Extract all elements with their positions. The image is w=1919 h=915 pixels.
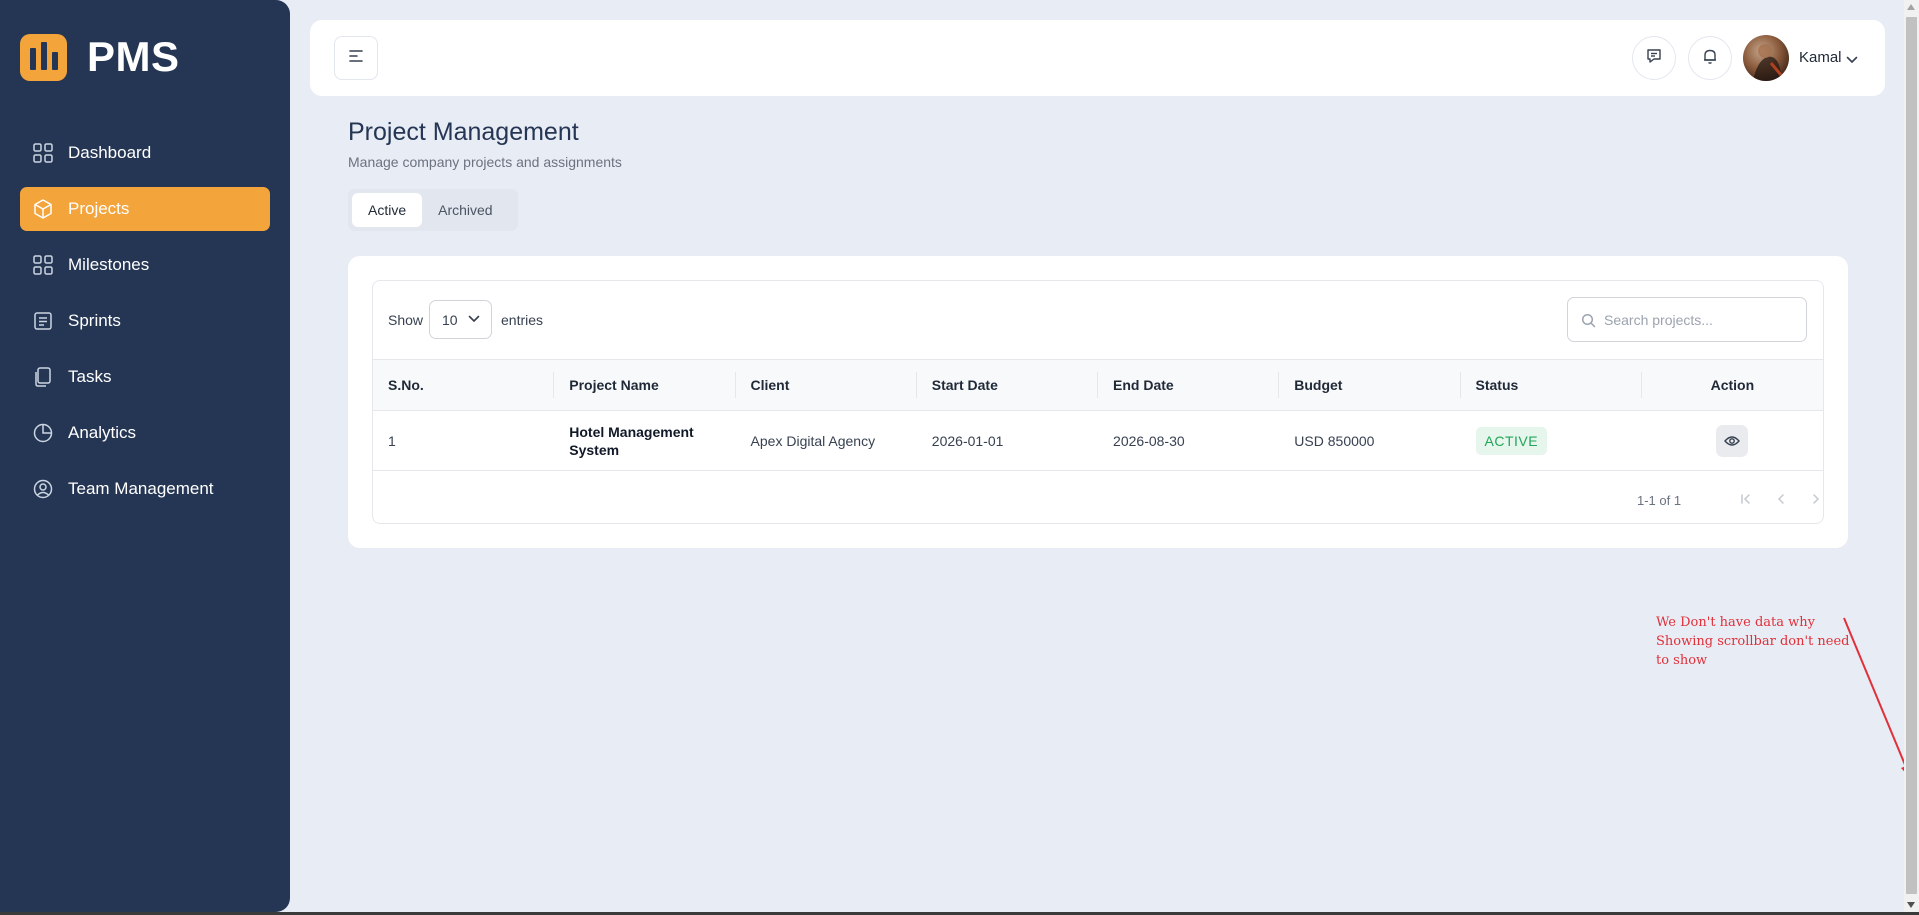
cell-action: [1642, 411, 1823, 470]
tab-active[interactable]: Active: [352, 193, 423, 227]
sidebar-item-label: Sprints: [68, 311, 121, 330]
scroll-up-arrow-icon[interactable]: [1907, 4, 1915, 10]
status-tabs: Active Archived: [348, 189, 518, 231]
sidebar-item-tasks[interactable]: Tasks: [20, 355, 270, 399]
sidebar-item-label: Milestones: [68, 255, 150, 274]
cell-end-date: 2026-08-30: [1113, 432, 1185, 449]
sidebar-item-label: Tasks: [68, 367, 112, 386]
show-label: Show: [388, 312, 424, 328]
column-header-start-date[interactable]: Start Date: [917, 360, 1099, 410]
eye-icon: [1724, 435, 1741, 446]
chevron-down-icon[interactable]: [1846, 51, 1858, 69]
column-header-end-date[interactable]: End Date: [1098, 360, 1280, 410]
scrollbar-thumb[interactable]: [1906, 17, 1917, 894]
projects-card: Show 10 entries S.No. Project Name Clien…: [348, 256, 1848, 548]
brand[interactable]: PMS: [20, 33, 180, 81]
table-row: 1 Hotel Management System Apex Digital A…: [373, 411, 1823, 471]
column-header-sno[interactable]: S.No.: [373, 360, 555, 410]
search-box[interactable]: [1567, 297, 1807, 342]
status-badge: ACTIVE: [1475, 426, 1548, 455]
column-header-budget[interactable]: Budget: [1279, 360, 1461, 410]
column-header-action: Action: [1710, 377, 1755, 393]
sidebar-item-label: Analytics: [68, 423, 137, 442]
menu-left-icon: [348, 49, 364, 68]
cell-budget: USD 850000: [1294, 432, 1375, 449]
chevron-down-icon: [468, 315, 480, 322]
sidebar-item-analytics[interactable]: Analytics: [20, 411, 270, 455]
page-scrollbar[interactable]: [1904, 0, 1919, 912]
entries-value: 10: [442, 311, 458, 328]
grid-icon: [32, 254, 54, 276]
brand-name: PMS: [87, 33, 180, 80]
cell-status: ACTIVE: [1461, 411, 1642, 470]
cell-client: Apex Digital Agency: [750, 432, 876, 449]
user-circle-icon: [32, 478, 54, 500]
entries-select[interactable]: 10: [429, 300, 492, 339]
table-toolbar: Show 10 entries: [373, 281, 1823, 359]
cube-icon: [32, 198, 54, 220]
page-title: Project Management: [348, 118, 579, 146]
sidebar: PMS Dashboard Projects Milestones Sprint…: [0, 0, 290, 912]
messages-button[interactable]: [1632, 36, 1676, 80]
sidebar-item-sprints[interactable]: Sprints: [20, 299, 270, 343]
sidebar-item-dashboard[interactable]: Dashboard: [20, 131, 270, 175]
pagination: 1-1 of 1: [373, 472, 1823, 523]
notifications-button[interactable]: [1688, 36, 1732, 80]
user-name[interactable]: Kamal: [1799, 49, 1842, 66]
grid-icon: [32, 142, 54, 164]
table-header: S.No. Project Name Client Start Date End…: [373, 359, 1823, 411]
cell-project-name: Hotel Management System: [569, 423, 694, 458]
pagination-info: 1-1 of 1: [1637, 493, 1682, 508]
next-page-icon[interactable]: [1808, 491, 1823, 507]
column-header-project-name[interactable]: Project Name: [554, 360, 736, 410]
column-header-client[interactable]: Client: [736, 360, 918, 410]
bar-chart-logo-icon: [20, 33, 67, 81]
cell-start-date: 2026-01-01: [931, 432, 1004, 449]
page-subtitle: Manage company projects and assignments: [348, 154, 622, 170]
topbar: Kamal: [310, 20, 1885, 96]
scroll-down-arrow-icon[interactable]: [1907, 902, 1915, 908]
pie-chart-icon: [32, 422, 54, 444]
column-header-status[interactable]: Status: [1461, 360, 1643, 410]
avatar[interactable]: [1743, 35, 1789, 81]
entries-label: entries: [501, 312, 544, 328]
message-icon: [1645, 47, 1663, 70]
cell-sno: 1: [388, 432, 396, 449]
sidebar-item-label: Team Management: [68, 479, 214, 498]
copy-icon: [32, 366, 54, 388]
projects-table-container: Show 10 entries S.No. Project Name Clien…: [372, 280, 1824, 524]
bell-icon: [1701, 47, 1719, 70]
view-project-button[interactable]: [1716, 424, 1749, 457]
menu-toggle-button[interactable]: [334, 36, 378, 80]
sidebar-item-milestones[interactable]: Milestones: [20, 243, 270, 287]
annotation-note: We Don't have data why Showing scrollbar…: [1656, 615, 1850, 668]
sidebar-nav: Dashboard Projects Milestones Sprints Ta…: [20, 131, 270, 523]
sidebar-item-team-management[interactable]: Team Management: [20, 467, 270, 511]
sidebar-item-label: Projects: [68, 199, 130, 218]
search-icon: [1581, 313, 1596, 328]
search-input[interactable]: [1604, 308, 1799, 332]
sidebar-item-projects[interactable]: Projects: [20, 187, 270, 231]
sidebar-item-label: Dashboard: [68, 143, 152, 162]
first-page-icon[interactable]: [1738, 491, 1754, 507]
tab-archived[interactable]: Archived: [422, 193, 508, 227]
prev-page-icon[interactable]: [1773, 491, 1789, 507]
list-icon: [32, 310, 54, 332]
